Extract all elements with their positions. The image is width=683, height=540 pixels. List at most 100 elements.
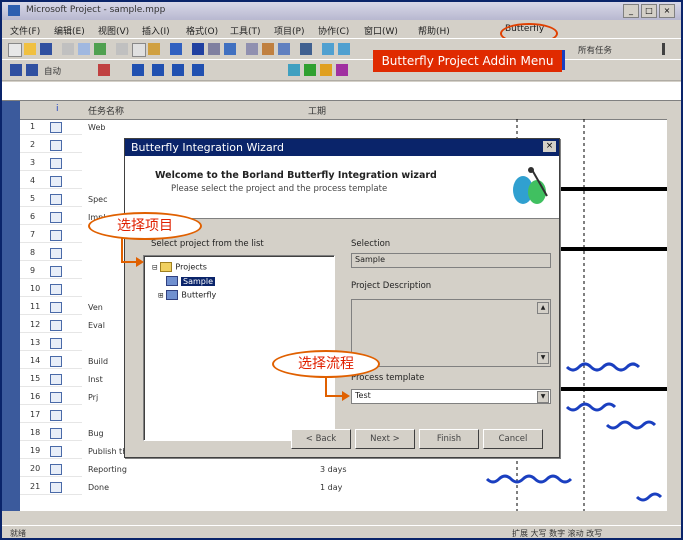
new-icon[interactable] [8,43,22,57]
task-duration[interactable]: 3 days [320,465,347,474]
copy-icon[interactable] [132,43,146,57]
view-bar[interactable] [2,101,20,513]
tree-node-butterfly[interactable]: ⊞ Butterfly [158,290,216,300]
paste-icon[interactable] [148,43,160,55]
table-row[interactable]: 21 [20,480,82,495]
task-name[interactable]: Build [88,357,108,366]
menu-project[interactable]: 项目(P) [274,24,304,37]
sync-icon[interactable] [320,64,332,76]
table-row[interactable]: 6 [20,210,82,225]
font-icon[interactable] [132,64,144,76]
table-row[interactable]: 10 [20,282,82,297]
task-name[interactable]: Prj [88,393,98,402]
zoom-in-icon[interactable] [322,43,334,55]
cut-icon[interactable] [116,43,128,55]
show-icon[interactable] [98,64,110,76]
column-header-task[interactable]: 任务名称 [82,101,304,120]
scroll-up-icon[interactable]: ▲ [537,302,549,314]
table-row[interactable]: 19 [20,444,82,459]
row-number: 13 [30,338,41,347]
chevron-down-icon[interactable]: ▼ [537,391,549,403]
table-row[interactable]: 3 [20,156,82,171]
spelling-icon[interactable] [94,43,106,55]
table-row[interactable]: 8 [20,246,82,261]
table-row[interactable]: 1 [20,120,82,135]
butterfly-icon[interactable] [304,64,316,76]
italic-icon[interactable] [172,64,184,76]
table-row[interactable]: 14 [20,354,82,369]
task-name[interactable]: Bug [88,429,104,438]
indent-icon[interactable] [10,64,22,76]
task-name[interactable]: Web [88,123,105,132]
menu-collaborate[interactable]: 协作(C) [318,24,349,37]
split-icon[interactable] [224,43,236,55]
table-row[interactable]: 20 [20,462,82,477]
minimize-button[interactable]: _ [623,4,639,18]
task-info-icon[interactable] [246,43,258,55]
table-row[interactable]: 2 [20,138,82,153]
menu-format[interactable]: 格式(O) [186,24,218,37]
table-row[interactable]: 4 [20,174,82,189]
task-name[interactable]: Ven [88,303,103,312]
unlink-icon[interactable] [208,43,220,55]
table-row[interactable]: 11 [20,300,82,315]
zoom-select[interactable]: 自动 [44,65,61,77]
menu-view[interactable]: 视图(V) [98,24,129,37]
gantt-wizard-icon[interactable] [288,64,300,76]
cancel-button[interactable]: Cancel [483,429,543,449]
save-icon[interactable] [40,43,52,55]
finish-button[interactable]: Finish [419,429,479,449]
close-window-button[interactable]: × [659,4,675,18]
outdent-icon[interactable] [26,64,38,76]
maximize-button[interactable]: □ [641,4,657,18]
menu-edit[interactable]: 编辑(E) [54,24,85,37]
table-row[interactable]: 17 [20,408,82,423]
settings-icon[interactable] [336,64,348,76]
bold-icon[interactable] [152,64,164,76]
vertical-scrollbar[interactable] [667,101,681,511]
menu-file[interactable]: 文件(F) [10,24,40,37]
print-icon[interactable] [62,43,74,55]
horizontal-scrollbar[interactable] [2,511,681,525]
table-row[interactable]: 7 [20,228,82,243]
menu-tools[interactable]: 工具(T) [230,24,261,37]
notes-icon[interactable] [262,43,274,55]
menu-insert[interactable]: 插入(I) [142,24,170,37]
table-row[interactable]: 9 [20,264,82,279]
scroll-down-icon[interactable]: ▼ [537,352,549,364]
table-row[interactable]: 16 [20,390,82,405]
tree-node-projects[interactable]: ⊟ Projects [152,262,207,272]
table-row[interactable]: 13 [20,336,82,351]
task-name[interactable]: Reporting [88,465,127,474]
table-row[interactable]: 5 [20,192,82,207]
group-icon[interactable] [300,43,312,55]
link-icon[interactable] [192,43,204,55]
group-by-select[interactable]: 所有任务 [578,44,612,56]
tree-node-sample[interactable]: Sample [166,276,215,286]
process-template-select[interactable]: Test ▼ [351,389,551,404]
dialog-close-button[interactable]: × [543,141,556,152]
underline-icon[interactable] [192,64,204,76]
table-row[interactable]: 18 [20,426,82,441]
task-name[interactable]: Done [88,483,109,492]
task-duration[interactable]: 1 day [320,483,342,492]
undo-icon[interactable] [170,43,182,55]
table-row[interactable]: 15 [20,372,82,387]
menu-window[interactable]: 窗口(W) [364,24,398,37]
task-name[interactable]: Inst [88,375,103,384]
open-icon[interactable] [24,43,36,55]
assign-icon[interactable] [278,43,290,55]
zoom-out-icon[interactable] [338,43,350,55]
table-row[interactable]: 12 [20,318,82,333]
preview-icon[interactable] [78,43,90,55]
project-tree[interactable]: ⊟ Projects Sample ⊞ Butterfly [143,255,335,441]
entry-bar[interactable] [2,82,681,101]
column-header-info[interactable]: i [20,101,82,120]
next-button[interactable]: Next > [355,429,415,449]
back-button[interactable]: < Back [291,429,351,449]
column-header-duration[interactable]: 工期 [304,101,457,120]
description-field[interactable]: ▲ ▼ [351,299,551,367]
task-name[interactable]: Spec [88,195,107,204]
task-name[interactable]: Eval [88,321,105,330]
menu-help[interactable]: 帮助(H) [418,24,450,37]
